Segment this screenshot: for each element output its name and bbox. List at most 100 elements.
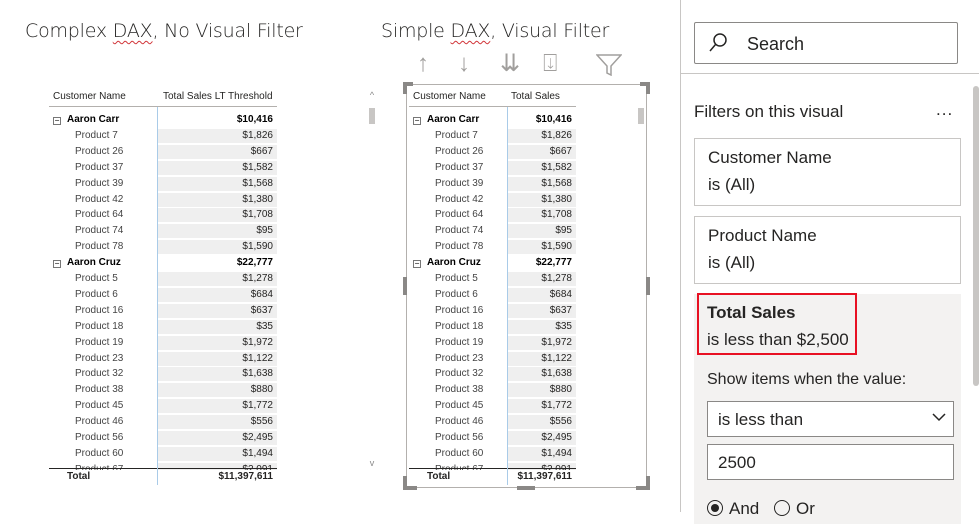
product-name-cell: Product 16 (435, 304, 484, 316)
sales-value-cell: $1,590 (541, 241, 572, 253)
matrix1-scrollbar[interactable]: ^ v (368, 90, 376, 470)
group-row[interactable]: − Aaron Cruz $22,777 (409, 255, 576, 271)
table-row[interactable]: Product 78 $1,590 (409, 239, 576, 255)
table-row[interactable]: Product 64 $1,708 (49, 207, 277, 223)
table-row[interactable]: Product 7 $1,826 (49, 128, 277, 144)
sales-value-cell: $637 (549, 304, 572, 316)
group-row[interactable]: − Aaron Carr $10,416 (49, 112, 277, 128)
table-row[interactable]: Product 16 $637 (49, 303, 277, 319)
table-row[interactable]: Product 5 $1,278 (409, 271, 576, 287)
table-row[interactable]: Product 5 $1,278 (49, 271, 277, 287)
table-row[interactable]: Product 16 $637 (409, 303, 576, 319)
product-name-cell: Product 18 (435, 320, 484, 332)
resize-handle[interactable] (646, 277, 650, 295)
table-row[interactable]: Product 46 $556 (409, 414, 576, 430)
table-row[interactable]: Product 18 $35 (409, 319, 576, 335)
table-row[interactable]: Product 37 $1,582 (409, 160, 576, 176)
matrix-header[interactable]: Customer Name Total Sales (409, 85, 576, 107)
matrix2-scrollbar[interactable] (637, 100, 645, 470)
table-row[interactable]: Product 56 $2,495 (49, 430, 277, 446)
collapse-icon[interactable]: − (53, 117, 61, 125)
scroll-thumb[interactable] (369, 108, 375, 124)
column-header-total-sales-lt-threshold[interactable]: Total Sales LT Threshold (163, 91, 273, 102)
collapse-icon[interactable]: − (53, 260, 61, 269)
table-row[interactable]: Product 46 $556 (49, 414, 277, 430)
sort-descending-icon[interactable]: ↓ (458, 52, 470, 76)
table-row[interactable]: Product 23 $1,122 (49, 351, 277, 367)
table-row[interactable]: Product 19 $1,972 (49, 335, 277, 351)
condition-dropdown[interactable]: is less than (707, 401, 954, 437)
table-row[interactable]: Product 60 $1,494 (409, 446, 576, 462)
total-row: Total $11,397,611 (409, 468, 576, 484)
table-row[interactable]: Product 26 $667 (409, 144, 576, 160)
or-radio[interactable] (773, 500, 790, 516)
resize-handle[interactable] (517, 486, 535, 490)
table-row[interactable]: Product 38 $880 (49, 382, 277, 398)
group-row[interactable]: − Aaron Cruz $22,777 (49, 255, 277, 271)
resize-handle[interactable] (403, 82, 407, 94)
table-row[interactable]: Product 45 $1,772 (49, 398, 277, 414)
table-row[interactable]: Product 6 $684 (49, 287, 277, 303)
resize-handle[interactable] (403, 277, 407, 295)
filter-card-customer-name[interactable]: Customer Name is (All) (694, 138, 961, 206)
drill-down-icon[interactable]: ⍗ (543, 52, 557, 76)
group-row[interactable]: − Aaron Carr $10,416 (409, 112, 576, 128)
resize-handle[interactable] (646, 82, 650, 94)
table-row[interactable]: Product 78 $1,590 (49, 239, 277, 255)
table-row[interactable]: Product 19 $1,972 (409, 335, 576, 351)
column-header-customer-name[interactable]: Customer Name (413, 91, 486, 102)
table-row[interactable]: Product 39 $1,568 (409, 176, 576, 192)
table-row[interactable]: Product 60 $1,494 (49, 446, 277, 462)
sort-ascending-icon[interactable]: ↑ (417, 52, 429, 76)
threshold-input[interactable]: 2500 (707, 444, 954, 480)
table-row[interactable]: Product 38 $880 (409, 382, 576, 398)
collapse-icon[interactable]: − (413, 117, 421, 125)
sales-value-cell: $880 (549, 384, 572, 396)
filter-icon[interactable] (595, 54, 623, 81)
column-header-total-sales[interactable]: Total Sales (511, 91, 560, 102)
sales-value-cell: $1,582 (541, 161, 572, 173)
scroll-thumb[interactable] (638, 108, 644, 124)
table-row[interactable]: Product 74 $95 (49, 223, 277, 239)
table-row[interactable]: Product 32 $1,638 (49, 366, 277, 382)
column-header-customer-name[interactable]: Customer Name (53, 91, 126, 102)
table-row[interactable]: Product 18 $35 (49, 319, 277, 335)
total-row: Total $11,397,611 (49, 468, 277, 484)
resize-handle[interactable] (646, 476, 650, 490)
table-row[interactable]: Product 64 $1,708 (409, 207, 576, 223)
product-name-cell: Product 16 (75, 304, 124, 316)
table-row[interactable]: Product 42 $1,380 (49, 192, 277, 208)
table-row[interactable]: Product 74 $95 (409, 223, 576, 239)
table-row[interactable]: Product 7 $1,826 (409, 128, 576, 144)
total-label: Total (427, 471, 451, 482)
and-label: And (729, 499, 760, 518)
product-name-cell: Product 74 (435, 225, 484, 237)
table-row[interactable]: Product 39 $1,568 (49, 176, 277, 192)
search-box[interactable]: Search (694, 22, 958, 64)
table-row[interactable]: Product 32 $1,638 (409, 366, 576, 382)
table-row[interactable]: Product 42 $1,380 (409, 192, 576, 208)
product-name-cell: Product 60 (435, 447, 484, 459)
pane-scrollbar[interactable] (973, 86, 979, 386)
matrix-header[interactable]: Customer Name Total Sales LT Threshold (49, 85, 277, 107)
table-row[interactable]: Product 6 $684 (409, 287, 576, 303)
resize-handle[interactable] (403, 476, 407, 490)
visual2-title: Simple DAX, Visual Filter (381, 20, 610, 42)
table-row[interactable]: Product 56 $2,495 (409, 430, 576, 446)
scroll-down-icon[interactable]: v (368, 458, 376, 468)
sales-value-cell: $667 (549, 145, 572, 157)
filter-state: is (All) (708, 175, 756, 194)
table-row[interactable]: Product 23 $1,122 (409, 351, 576, 367)
and-radio[interactable] (707, 500, 723, 516)
table-row[interactable]: Product 26 $667 (49, 144, 277, 160)
matrix-visual-2[interactable]: Customer Name Total Sales − Aaron Carr $10… (409, 85, 576, 485)
matrix-visual-1[interactable]: Customer Name Total Sales LT Threshold −… (49, 85, 277, 485)
more-options-icon[interactable]: ... (936, 100, 953, 120)
table-row[interactable]: Product 37 $1,582 (49, 160, 277, 176)
product-name-cell: Product 56 (435, 432, 484, 443)
table-row[interactable]: Product 45 $1,772 (409, 398, 576, 414)
scroll-up-icon[interactable]: ^ (368, 90, 376, 100)
collapse-icon[interactable]: − (413, 260, 421, 269)
filter-card-product-name[interactable]: Product Name is (All) (694, 216, 961, 284)
expand-all-icon[interactable]: ⇊ (500, 52, 520, 76)
